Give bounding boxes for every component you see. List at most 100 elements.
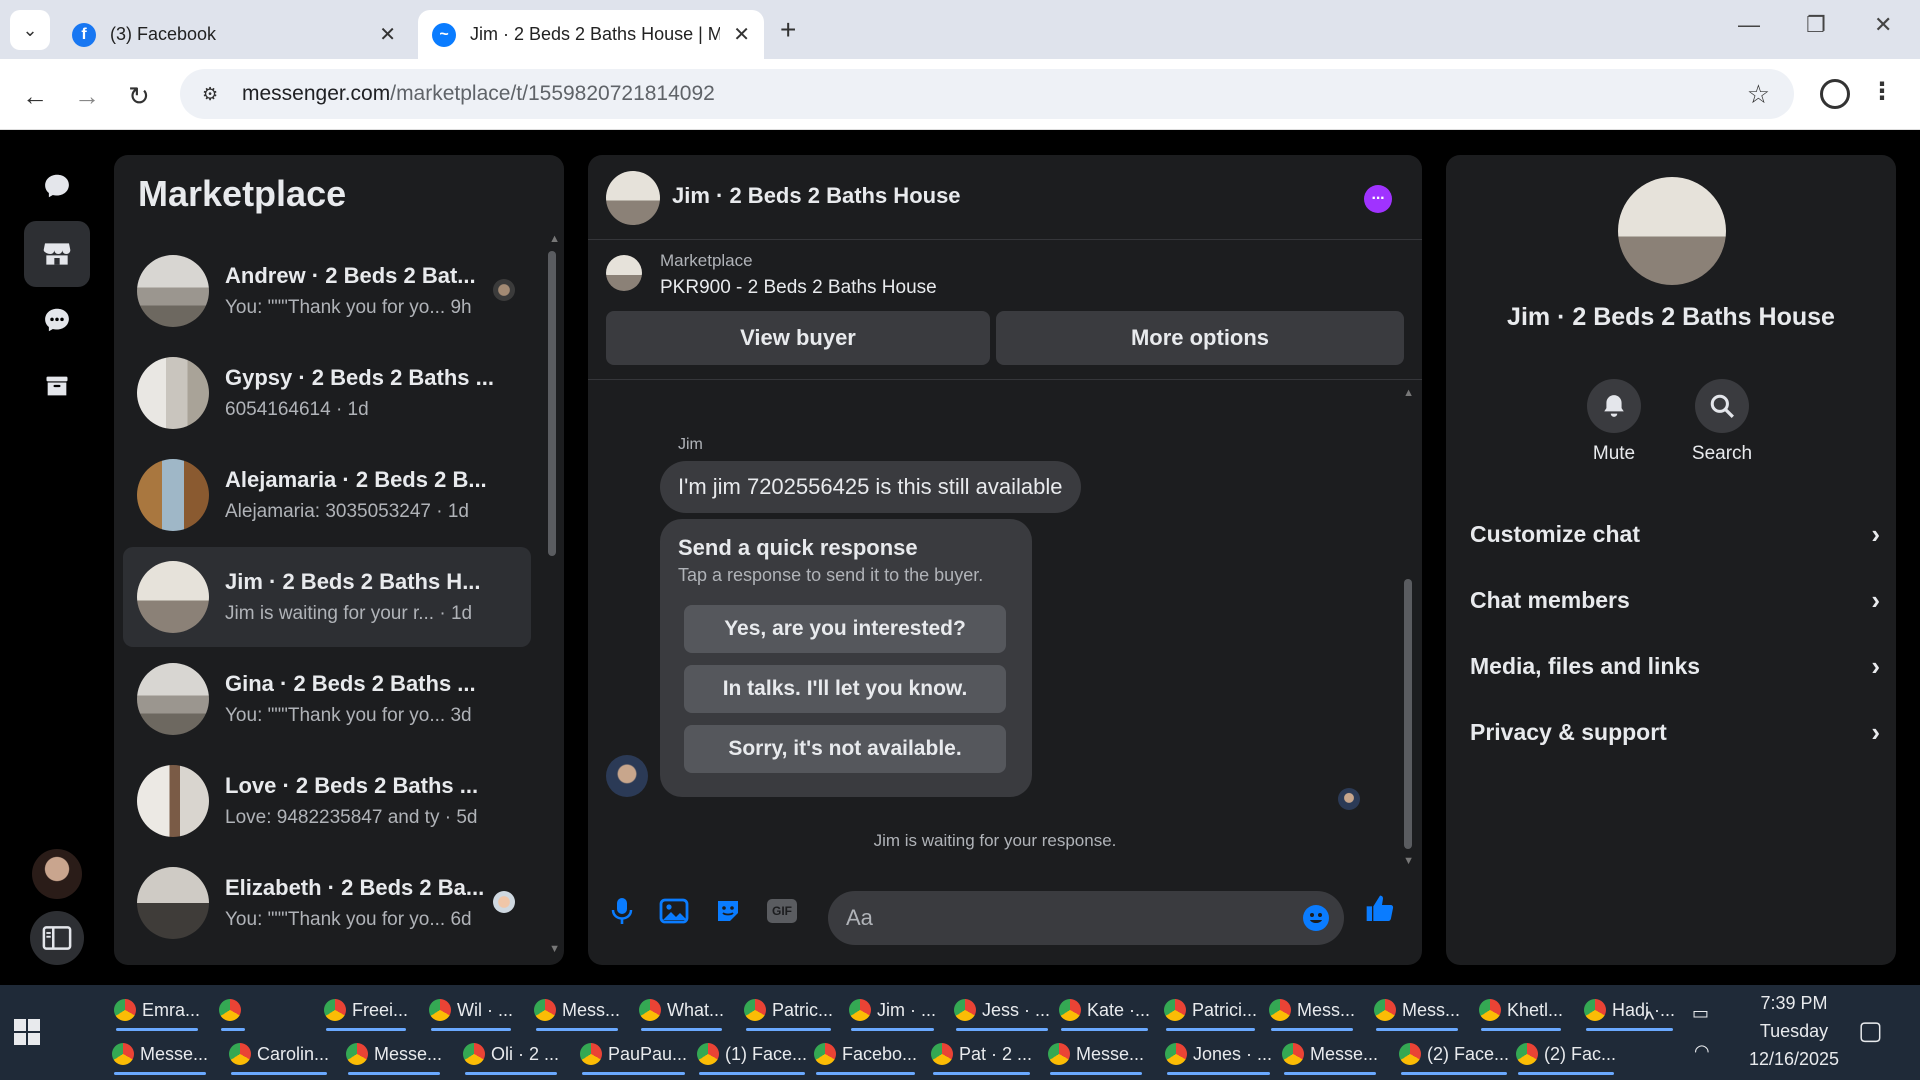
wifi-icon[interactable]: ◠ <box>1694 1041 1710 1062</box>
taskbar-app-button[interactable]: Jones · ... <box>1165 1033 1272 1075</box>
taskbar-app-button[interactable]: Messe... <box>346 1033 442 1075</box>
new-tab-button[interactable]: + <box>780 14 796 46</box>
conversation-item-jim[interactable]: Jim · 2 Beds 2 Baths H... Jim is waiting… <box>123 547 531 647</box>
listing-title[interactable]: PKR900 - 2 Beds 2 Baths House <box>660 277 937 299</box>
bookmark-star-icon[interactable]: ☆ <box>1747 79 1770 110</box>
toggle-sidebar-button[interactable] <box>30 911 84 965</box>
taskbar-app-button[interactable]: Jim · ... <box>849 989 936 1031</box>
clock-time[interactable]: 7:39 PM <box>1744 993 1844 1014</box>
taskbar-app-button[interactable]: Jess · ... <box>954 989 1050 1031</box>
conversation-item-andrew[interactable]: Andrew · 2 Beds 2 Bat... You: """Thank y… <box>123 241 531 341</box>
close-tab-icon[interactable]: ✕ <box>733 22 750 47</box>
quick-reply-in-talks[interactable]: In talks. I'll let you know. <box>684 665 1006 713</box>
taskbar-app-button[interactable]: Pat · 2 ... <box>931 1033 1032 1075</box>
message-input[interactable] <box>846 891 1286 945</box>
taskbar-app-button[interactable]: Patric... <box>744 989 833 1031</box>
windows-start-icon[interactable] <box>14 1019 40 1045</box>
search-icon[interactable] <box>1695 379 1749 433</box>
microphone-icon[interactable] <box>606 895 638 927</box>
chats-nav-button[interactable] <box>24 153 90 219</box>
requests-nav-button[interactable] <box>24 287 90 353</box>
close-window-icon[interactable]: ✕ <box>1874 12 1892 38</box>
browser-menu-icon[interactable]: ⋮ <box>1870 77 1894 106</box>
site-info-icon[interactable]: ⚙ <box>202 84 226 105</box>
notifications-icon[interactable]: ▢ <box>1858 1015 1883 1046</box>
chat-title[interactable]: Jim · 2 Beds 2 Baths House <box>672 183 961 209</box>
more-options-icon[interactable]: ··· <box>1364 185 1392 213</box>
taskbar-app-button[interactable]: Wil · ... <box>429 989 513 1031</box>
taskbar-app-button[interactable]: (2) Face... <box>1399 1033 1509 1075</box>
message-composer[interactable] <box>828 891 1344 945</box>
battery-icon[interactable]: ▭ <box>1692 1003 1709 1024</box>
tab-search-button[interactable]: ⌄ <box>10 10 50 50</box>
tab-facebook[interactable]: f (3) Facebook ✕ <box>58 10 410 59</box>
sticker-icon[interactable] <box>712 895 744 927</box>
reload-icon[interactable]: ↻ <box>128 81 150 112</box>
mute-action[interactable]: Mute <box>1564 379 1664 465</box>
image-icon[interactable] <box>658 895 690 927</box>
restore-icon[interactable]: ❐ <box>1806 12 1826 38</box>
taskbar-app-button[interactable]: Mess... <box>1374 989 1460 1031</box>
taskbar-app-button[interactable]: Kate ·... <box>1059 989 1150 1031</box>
running-indicator <box>1050 1072 1143 1075</box>
taskbar-app-button[interactable]: Khetl... <box>1479 989 1563 1031</box>
conversation-item-gina[interactable]: Gina · 2 Beds 2 Baths ... You: """Thank … <box>123 649 531 749</box>
taskbar-app-button[interactable]: Patrici... <box>1164 989 1257 1031</box>
taskbar-app-button[interactable]: (1) Face... <box>697 1033 807 1075</box>
customize-chat-row[interactable]: Customize chat › <box>1470 509 1880 559</box>
chat-members-row[interactable]: Chat members › <box>1470 575 1880 625</box>
conversation-item-gypsy[interactable]: Gypsy · 2 Beds 2 Baths ... 6054164614 · … <box>123 343 531 443</box>
taskbar-app-button[interactable]: Carolin... <box>229 1033 329 1075</box>
taskbar-app-button[interactable]: Hadi ·... <box>1584 989 1675 1031</box>
taskbar-app-button[interactable]: Messe... <box>1282 1033 1378 1075</box>
media-files-links-row[interactable]: Media, files and links › <box>1470 641 1880 691</box>
more-options-button[interactable]: More options <box>996 311 1404 365</box>
taskbar-app-button[interactable]: PauPau... <box>580 1033 687 1075</box>
bell-icon[interactable] <box>1587 379 1641 433</box>
quick-reply-interested[interactable]: Yes, are you interested? <box>684 605 1006 653</box>
scroll-up-arrow-icon[interactable]: ▲ <box>1403 387 1414 399</box>
taskbar-app-button[interactable]: Facebo... <box>814 1033 917 1075</box>
scroll-up-arrow-icon[interactable]: ▲ <box>549 233 560 245</box>
conversation-item-alejamaria[interactable]: Alejamaria · 2 Beds 2 B... Alejamaria: 3… <box>123 445 531 545</box>
taskbar-app-button[interactable]: Messe... <box>112 1033 208 1075</box>
forward-icon[interactable]: → <box>74 81 100 112</box>
minimize-icon[interactable]: — <box>1738 12 1760 38</box>
url-text[interactable]: messenger.com/marketplace/t/155982072181… <box>242 82 715 106</box>
thumbs-up-icon[interactable] <box>1364 893 1396 925</box>
taskbar-app-button[interactable]: Oli · 2 ... <box>463 1033 559 1075</box>
quick-reply-not-available[interactable]: Sorry, it's not available. <box>684 725 1006 773</box>
scroll-down-arrow-icon[interactable]: ▼ <box>1403 855 1414 867</box>
view-buyer-button[interactable]: View buyer <box>606 311 990 365</box>
taskbar-app-button[interactable]: Mess... <box>534 989 620 1031</box>
search-action[interactable]: Search <box>1672 379 1772 465</box>
taskbar-app-button[interactable]: Emra... <box>114 989 200 1031</box>
clock-day[interactable]: Tuesday <box>1744 1021 1844 1042</box>
back-icon[interactable]: ← <box>22 81 48 112</box>
show-hidden-icons-icon[interactable]: ^ <box>1644 1007 1654 1033</box>
sender-avatar[interactable] <box>606 755 648 797</box>
conversation-item-love[interactable]: Love · 2 Beds 2 Baths ... Love: 94822358… <box>123 751 531 851</box>
scroll-down-arrow-icon[interactable]: ▼ <box>549 943 560 955</box>
profile-icon[interactable] <box>1820 79 1850 109</box>
clock-date[interactable]: 12/16/2025 <box>1744 1049 1844 1070</box>
scrollbar-thumb[interactable] <box>1404 579 1412 849</box>
omnibox[interactable]: ⚙ messenger.com/marketplace/t/1559820721… <box>180 69 1794 119</box>
gif-icon[interactable]: GIF <box>766 895 798 927</box>
taskbar-app-button[interactable]: Messe... <box>1048 1033 1144 1075</box>
emoji-icon[interactable] <box>1302 904 1330 932</box>
close-tab-icon[interactable]: ✕ <box>379 22 396 47</box>
taskbar-app-button[interactable]: Freei... <box>324 989 408 1031</box>
privacy-support-row[interactable]: Privacy & support › <box>1470 707 1880 757</box>
taskbar-app-button[interactable] <box>219 989 247 1031</box>
marketplace-nav-button[interactable] <box>24 221 90 287</box>
chat-avatar[interactable] <box>606 171 660 225</box>
tab-messenger[interactable]: ~ Jim · 2 Beds 2 Baths House | Me ✕ <box>418 10 764 59</box>
taskbar-app-button[interactable]: (2) Fac... <box>1516 1033 1616 1075</box>
taskbar-app-button[interactable]: Mess... <box>1269 989 1355 1031</box>
taskbar-app-button[interactable]: What... <box>639 989 724 1031</box>
user-avatar[interactable] <box>32 849 82 899</box>
archive-nav-button[interactable] <box>24 353 90 419</box>
conversation-item-elizabeth[interactable]: Elizabeth · 2 Beds 2 Ba... You: """Thank… <box>123 853 531 953</box>
scrollbar-thumb[interactable] <box>548 251 556 556</box>
